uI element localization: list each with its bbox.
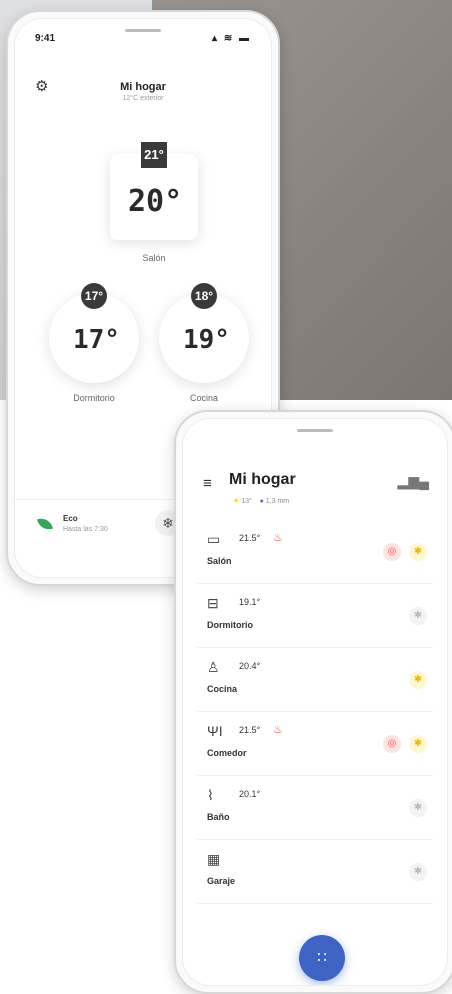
room-row-dormitorio[interactable]: ⊟ 19.1° Dormitorio ✱ [197, 583, 433, 648]
phone-side-button [174, 596, 176, 630]
heating-indicator-icon[interactable]: ◎ [383, 543, 401, 561]
chart-icon[interactable]: ▂▆▄ [398, 473, 429, 490]
heating-indicator-icon[interactable]: ◎ [383, 735, 401, 753]
rain-icon: ● [259, 498, 264, 505]
room-row-comedor[interactable]: ΨΙ 21.5° ♨ Comedor ◎ ✱ [197, 711, 433, 776]
leaf-icon [36, 515, 54, 533]
setpoint-badge: 18° [191, 283, 217, 309]
room-name: Salón [207, 556, 232, 566]
phone-room-list-view: ≡ Mi hogar ▂▆▄ ☀ 13° ● 1,3 mm ▭ 21.5° ♨ … [174, 410, 452, 994]
home-title: Mi hogar [229, 471, 296, 488]
light-indicator-icon[interactable]: ✱ [409, 671, 427, 689]
thermostat-salon[interactable]: 21° 20° [110, 142, 198, 240]
light-indicator-icon[interactable]: ✱ [409, 863, 427, 881]
room-temp: 21.5° [239, 533, 261, 543]
eco-mode-subtitle: Hasta las 7:30 [63, 526, 108, 533]
bed-icon: ⊟ [207, 595, 219, 611]
garage-icon: ▦ [207, 851, 221, 867]
menu-icon[interactable]: ≡ [203, 475, 212, 492]
room-name: Comedor [207, 748, 247, 758]
room-row-bano[interactable]: ⌇ 20.1° Baño ✱ [197, 775, 433, 840]
light-indicator-icon[interactable]: ✱ [409, 799, 427, 817]
grid-menu-button[interactable]: ∷ [299, 935, 345, 981]
status-time: 9:41 [35, 33, 56, 44]
sun-icon: ☀ [233, 498, 240, 505]
sofa-icon: ▭ [207, 531, 221, 547]
eco-mode-title[interactable]: Eco [63, 514, 78, 523]
room-row-salon[interactable]: ▭ 21.5° ♨ Salón ◎ ✱ [197, 519, 433, 584]
light-indicator-icon[interactable]: ✱ [409, 543, 427, 561]
room-row-garaje[interactable]: ▦ Garaje ✱ [197, 839, 433, 904]
flame-icon: ♨ [273, 724, 283, 736]
weather-summary: ☀ 13° ● 1,3 mm [233, 497, 289, 505]
room-temp: 19.1° [239, 597, 261, 607]
thermostat-cocina[interactable]: 18° 19° [159, 283, 249, 383]
phone-side-button [6, 192, 8, 222]
room-temp: 21.5° [239, 725, 261, 735]
room-name: Cocina [207, 684, 238, 694]
room-label-salon: Salón [142, 253, 166, 263]
outdoor-temp: 12°C exterior [122, 95, 164, 102]
home-title: Mi hogar [120, 81, 166, 93]
room-label-dormitorio: Dormitorio [73, 393, 115, 403]
speaker [297, 429, 333, 432]
phone-screen: ≡ Mi hogar ▂▆▄ ☀ 13° ● 1,3 mm ▭ 21.5° ♨ … [182, 418, 448, 986]
room-temp: 20.4° [239, 661, 261, 671]
flame-icon: ♨ [273, 532, 283, 544]
setpoint-badge: 17° [81, 283, 107, 309]
room-row-cocina[interactable]: ♙ 20.4° Cocina ✱ [197, 647, 433, 712]
speaker [125, 29, 161, 32]
room-temp: 20.1° [239, 789, 261, 799]
signal-wifi-battery-icon: ▴ ≋ ▬ [212, 33, 251, 44]
light-indicator-icon[interactable]: ✱ [409, 735, 427, 753]
setpoint-badge: 21° [141, 142, 167, 168]
thermostat-dormitorio[interactable]: 17° 17° [49, 283, 139, 383]
current-temp: 20° [128, 184, 183, 219]
room-name: Dormitorio [207, 620, 253, 630]
status-bar: 9:41 ▴ ≋ ▬ [35, 33, 251, 44]
current-temp: 17° [73, 325, 120, 355]
room-name: Baño [207, 812, 230, 822]
light-indicator-icon[interactable]: ✱ [409, 607, 427, 625]
room-name: Garaje [207, 876, 236, 886]
pot-icon: ♙ [207, 659, 220, 675]
bathtub-icon: ⌇ [207, 787, 214, 803]
rain-amount: 1,3 mm [265, 498, 290, 505]
room-label-cocina: Cocina [189, 393, 218, 403]
cutlery-icon: ΨΙ [207, 723, 223, 739]
outdoor-temp: 13° [241, 498, 252, 505]
current-temp: 19° [183, 325, 230, 355]
